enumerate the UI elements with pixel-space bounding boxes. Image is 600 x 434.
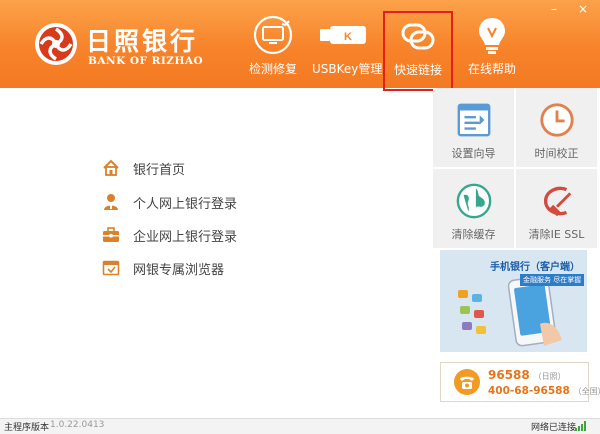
link-icon (401, 23, 435, 50)
tile-time-correction[interactable]: 时间校正 (516, 88, 597, 167)
network-status: 网络已连接 (531, 423, 577, 433)
tile-time-correction-label: 时间校正 (534, 147, 579, 160)
bank-logo-icon (35, 23, 77, 65)
tool-usbkey-label: USBKey管理 (312, 62, 383, 76)
hotline-number-local: 96588 (488, 368, 530, 382)
version-label: 主程序版本 (4, 423, 50, 433)
usbkey-icon: K (320, 26, 366, 44)
close-button[interactable]: × (575, 2, 591, 16)
tool-online-help[interactable]: 在线帮助 (466, 14, 518, 84)
tile-setup-wizard-label: 设置向导 (451, 147, 496, 160)
menu-secure-browser-label: 网银专属浏览器 (133, 262, 225, 278)
person-icon (104, 194, 118, 210)
hotline-number-national: 400-68-96588 (488, 385, 570, 397)
tool-quick-link-label: 快速链接 (393, 63, 442, 77)
bank-name-en: BANK OF RIZHAO (88, 55, 204, 67)
banner-subtitle: 金融服务 尽在掌握 (520, 274, 585, 286)
telephone-icon (454, 369, 480, 395)
tile-clear-ie-ssl[interactable]: 清除IE SSL (516, 169, 597, 248)
tile-clear-cache[interactable]: 清除缓存 (433, 169, 514, 248)
signal-icon (575, 421, 586, 431)
tool-detect-repair[interactable]: 检测修复 (245, 14, 301, 84)
monitor-refresh-icon (253, 15, 293, 55)
mobile-banking-banner[interactable]: 手机银行（客户端） 金融服务 尽在掌握 (440, 250, 587, 352)
header-bar: 日照银行 BANK OF RIZHAO – × 检测修复 K USBKey管理 … (0, 0, 600, 91)
wizard-icon (457, 103, 490, 137)
menu-bank-home-label: 银行首页 (133, 162, 186, 178)
banner-title: 手机银行（客户端） (490, 262, 580, 273)
hotline-box: 96588 （日照） 400-68-96588 （全国） (440, 362, 600, 402)
browser-icon (102, 260, 120, 276)
hotline-note-national: （全国） (573, 387, 600, 396)
menu-personal-login-label: 个人网上银行登录 (133, 196, 238, 212)
tool-quick-link[interactable]: 快速链接 (383, 11, 453, 91)
hotline-note-local: （日照） (533, 372, 566, 381)
lightbulb-icon (479, 18, 505, 54)
menu-corporate-login[interactable]: 企业网上银行登录 (102, 224, 237, 246)
home-icon (103, 159, 119, 176)
tool-detect-repair-label: 检测修复 (248, 62, 297, 76)
bank-name-cn: 日照银行 (86, 27, 199, 56)
menu-bank-home[interactable]: 银行首页 (102, 157, 185, 179)
tile-setup-wizard[interactable]: 设置向导 (433, 88, 514, 167)
menu-secure-browser[interactable]: 网银专属浏览器 (102, 257, 224, 279)
globe-icon (456, 183, 491, 219)
usbkey-letter: K (344, 31, 352, 43)
briefcase-icon (103, 227, 119, 242)
version-number: 1.0.22.0413 (50, 420, 105, 430)
tool-online-help-label: 在线帮助 (467, 62, 516, 76)
tile-clear-ie-ssl-label: 清除IE SSL (528, 228, 585, 241)
tool-usbkey[interactable]: K USBKey管理 (312, 14, 383, 84)
minimize-button[interactable]: – (546, 2, 562, 16)
broom-icon (543, 186, 571, 217)
tile-clear-cache-label: 清除缓存 (451, 228, 496, 241)
status-bar: 主程序版本 1.0.22.0413 网络已连接 (0, 418, 600, 434)
clock-icon (539, 103, 574, 137)
menu-personal-login[interactable]: 个人网上银行登录 (102, 191, 237, 213)
menu-corporate-login-label: 企业网上银行登录 (133, 229, 238, 245)
